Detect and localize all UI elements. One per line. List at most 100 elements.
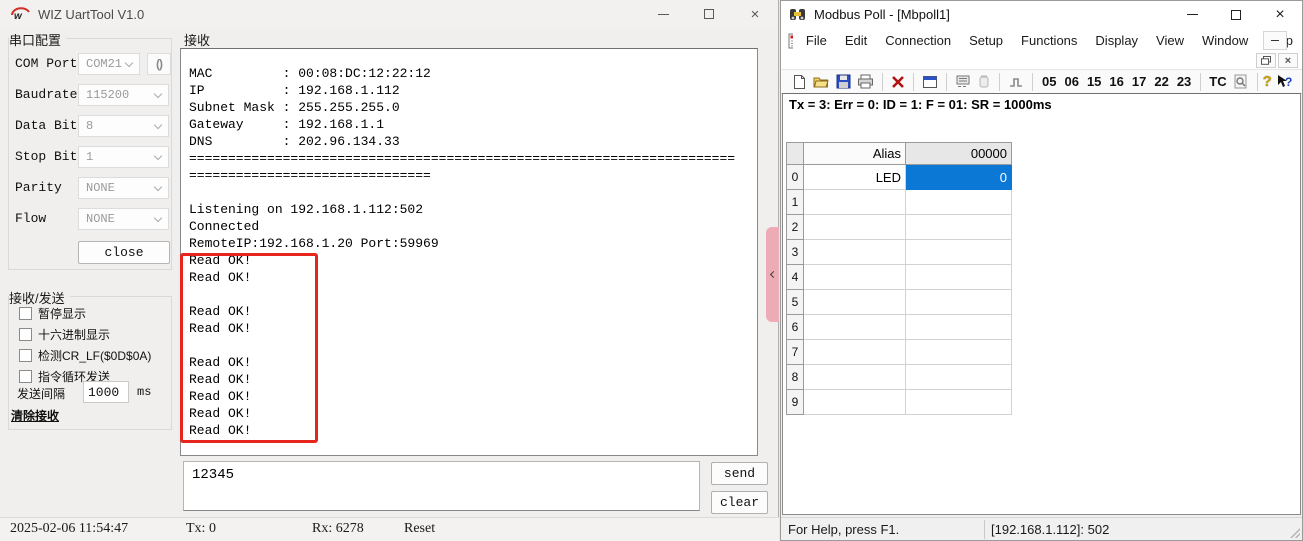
toolbar-function-15[interactable]: 15 <box>1087 74 1101 89</box>
disconnect-button[interactable] <box>891 75 905 89</box>
clear-receive-link[interactable]: 清除接收 <box>11 407 59 424</box>
statusbar-divider <box>984 520 985 539</box>
value-cell-5[interactable] <box>906 290 1012 315</box>
toolbar-function-23[interactable]: 23 <box>1177 74 1191 89</box>
maximize-button[interactable] <box>1214 1 1258 28</box>
alias-cell-8[interactable] <box>804 365 906 390</box>
value-cell-9[interactable] <box>906 390 1012 415</box>
open-file-button[interactable] <box>813 75 830 89</box>
row-header-0[interactable]: 0 <box>787 165 804 190</box>
grid-address-header[interactable]: 00000 <box>906 143 1012 165</box>
mdi-close-button[interactable]: × <box>1278 53 1298 68</box>
checkbox-2[interactable] <box>19 349 32 362</box>
maximize-button[interactable] <box>686 0 732 28</box>
row-header-9[interactable]: 9 <box>787 390 804 415</box>
receive-log-area[interactable]: MAC : 00:08:DC:12:22:12 IP : 192.168.1.1… <box>180 48 758 456</box>
send-input-area[interactable]: 12345 <box>183 461 700 511</box>
zoom-document-button[interactable] <box>1233 74 1249 89</box>
new-file-button[interactable] <box>792 74 807 90</box>
dropdown-baudrate[interactable]: 115200 <box>78 84 169 106</box>
row-header-5[interactable]: 5 <box>787 290 804 315</box>
toolbar-function-16[interactable]: 16 <box>1109 74 1123 89</box>
slide-panel-handle[interactable] <box>766 227 779 322</box>
dropdown-stop-bit[interactable]: 1 <box>78 146 169 168</box>
dropdown-com-port[interactable]: COM21 <box>78 53 140 75</box>
printer-icon <box>857 74 874 89</box>
checkbox-0[interactable] <box>19 307 32 320</box>
row-header-3[interactable]: 3 <box>787 240 804 265</box>
value-cell-6[interactable] <box>906 315 1012 340</box>
row-header-6[interactable]: 6 <box>787 315 804 340</box>
alias-cell-7[interactable] <box>804 340 906 365</box>
serial-close-button[interactable]: close <box>78 241 170 264</box>
status-reset[interactable]: Reset <box>404 521 435 537</box>
close-button[interactable]: × <box>1258 1 1302 28</box>
grid-corner-header[interactable] <box>787 143 804 165</box>
minimize-button[interactable] <box>1170 1 1214 28</box>
checkbox-label-0: 暂停显示 <box>38 305 86 322</box>
test-center-button[interactable]: TC <box>1209 74 1226 89</box>
value-cell-1[interactable] <box>906 190 1012 215</box>
setup-dialog-button[interactable] <box>922 75 938 89</box>
grid-alias-header[interactable]: Alias <box>804 143 906 165</box>
toolbar-separator <box>1200 73 1201 91</box>
menu-edit[interactable]: Edit <box>836 28 876 53</box>
mdi-restore-button[interactable] <box>1256 53 1276 68</box>
alias-cell-2[interactable] <box>804 215 906 240</box>
communication-traffic-button[interactable] <box>955 74 971 89</box>
row-header-7[interactable]: 7 <box>787 340 804 365</box>
mdi-minimize-button[interactable] <box>1263 31 1287 50</box>
toolbar-function-22[interactable]: 22 <box>1154 74 1168 89</box>
alias-cell-3[interactable] <box>804 240 906 265</box>
menu-display[interactable]: Display <box>1086 28 1147 53</box>
help-button[interactable]: ? <box>1263 73 1272 90</box>
clear-button[interactable]: clear <box>711 491 768 514</box>
chevron-down-icon <box>125 58 133 66</box>
minimize-button[interactable] <box>640 0 686 28</box>
send-button[interactable]: send <box>711 462 768 485</box>
dropdown-flow[interactable]: NONE <box>78 208 169 230</box>
toolbar-function-17[interactable]: 17 <box>1132 74 1146 89</box>
value-cell-8[interactable] <box>906 365 1012 390</box>
send-interval-input[interactable] <box>83 381 129 403</box>
menu-view[interactable]: View <box>1147 28 1193 53</box>
comm-device-icon <box>955 74 971 89</box>
toolbar-function-05[interactable]: 05 <box>1042 74 1056 89</box>
checkbox-1[interactable] <box>19 328 32 341</box>
value-cell-7[interactable] <box>906 340 1012 365</box>
toolbar-function-06[interactable]: 06 <box>1064 74 1078 89</box>
close-icon: × <box>1285 55 1291 67</box>
alias-cell-9[interactable] <box>804 390 906 415</box>
rxtx-checkboxes: 暂停显示十六进制显示检测CR_LF($0D$0A)指令循环发送 <box>9 306 171 384</box>
menu-file[interactable]: File <box>797 28 836 53</box>
alias-cell-0[interactable]: LED <box>804 165 906 190</box>
dropdown-parity[interactable]: NONE <box>78 177 169 199</box>
value-cell-4[interactable] <box>906 265 1012 290</box>
row-header-4[interactable]: 4 <box>787 265 804 290</box>
resize-grip[interactable] <box>1290 528 1300 538</box>
pulse-button[interactable] <box>1008 75 1024 89</box>
device-icon <box>977 74 991 89</box>
row-header-2[interactable]: 2 <box>787 215 804 240</box>
menu-setup[interactable]: Setup <box>960 28 1012 53</box>
value-cell-0[interactable]: 0 <box>906 165 1012 190</box>
alias-cell-4[interactable] <box>804 265 906 290</box>
print-button[interactable] <box>857 74 874 89</box>
row-header-8[interactable]: 8 <box>787 365 804 390</box>
refresh-com-ports-button[interactable]: () <box>147 53 171 75</box>
field-label-baudrate: Baudrate <box>15 87 77 102</box>
menu-functions[interactable]: Functions <box>1012 28 1086 53</box>
dropdown-data-bit[interactable]: 8 <box>78 115 169 137</box>
context-help-button[interactable]: ? <box>1275 74 1293 89</box>
save-button[interactable] <box>836 74 851 89</box>
row-header-1[interactable]: 1 <box>787 190 804 215</box>
alias-cell-6[interactable] <box>804 315 906 340</box>
value-cell-2[interactable] <box>906 215 1012 240</box>
menu-window[interactable]: Window <box>1193 28 1257 53</box>
alias-cell-5[interactable] <box>804 290 906 315</box>
menu-connection[interactable]: Connection <box>876 28 960 53</box>
mdi-controls-row: × <box>781 53 1302 69</box>
value-cell-3[interactable] <box>906 240 1012 265</box>
alias-cell-1[interactable] <box>804 190 906 215</box>
close-button[interactable]: × <box>732 0 778 28</box>
